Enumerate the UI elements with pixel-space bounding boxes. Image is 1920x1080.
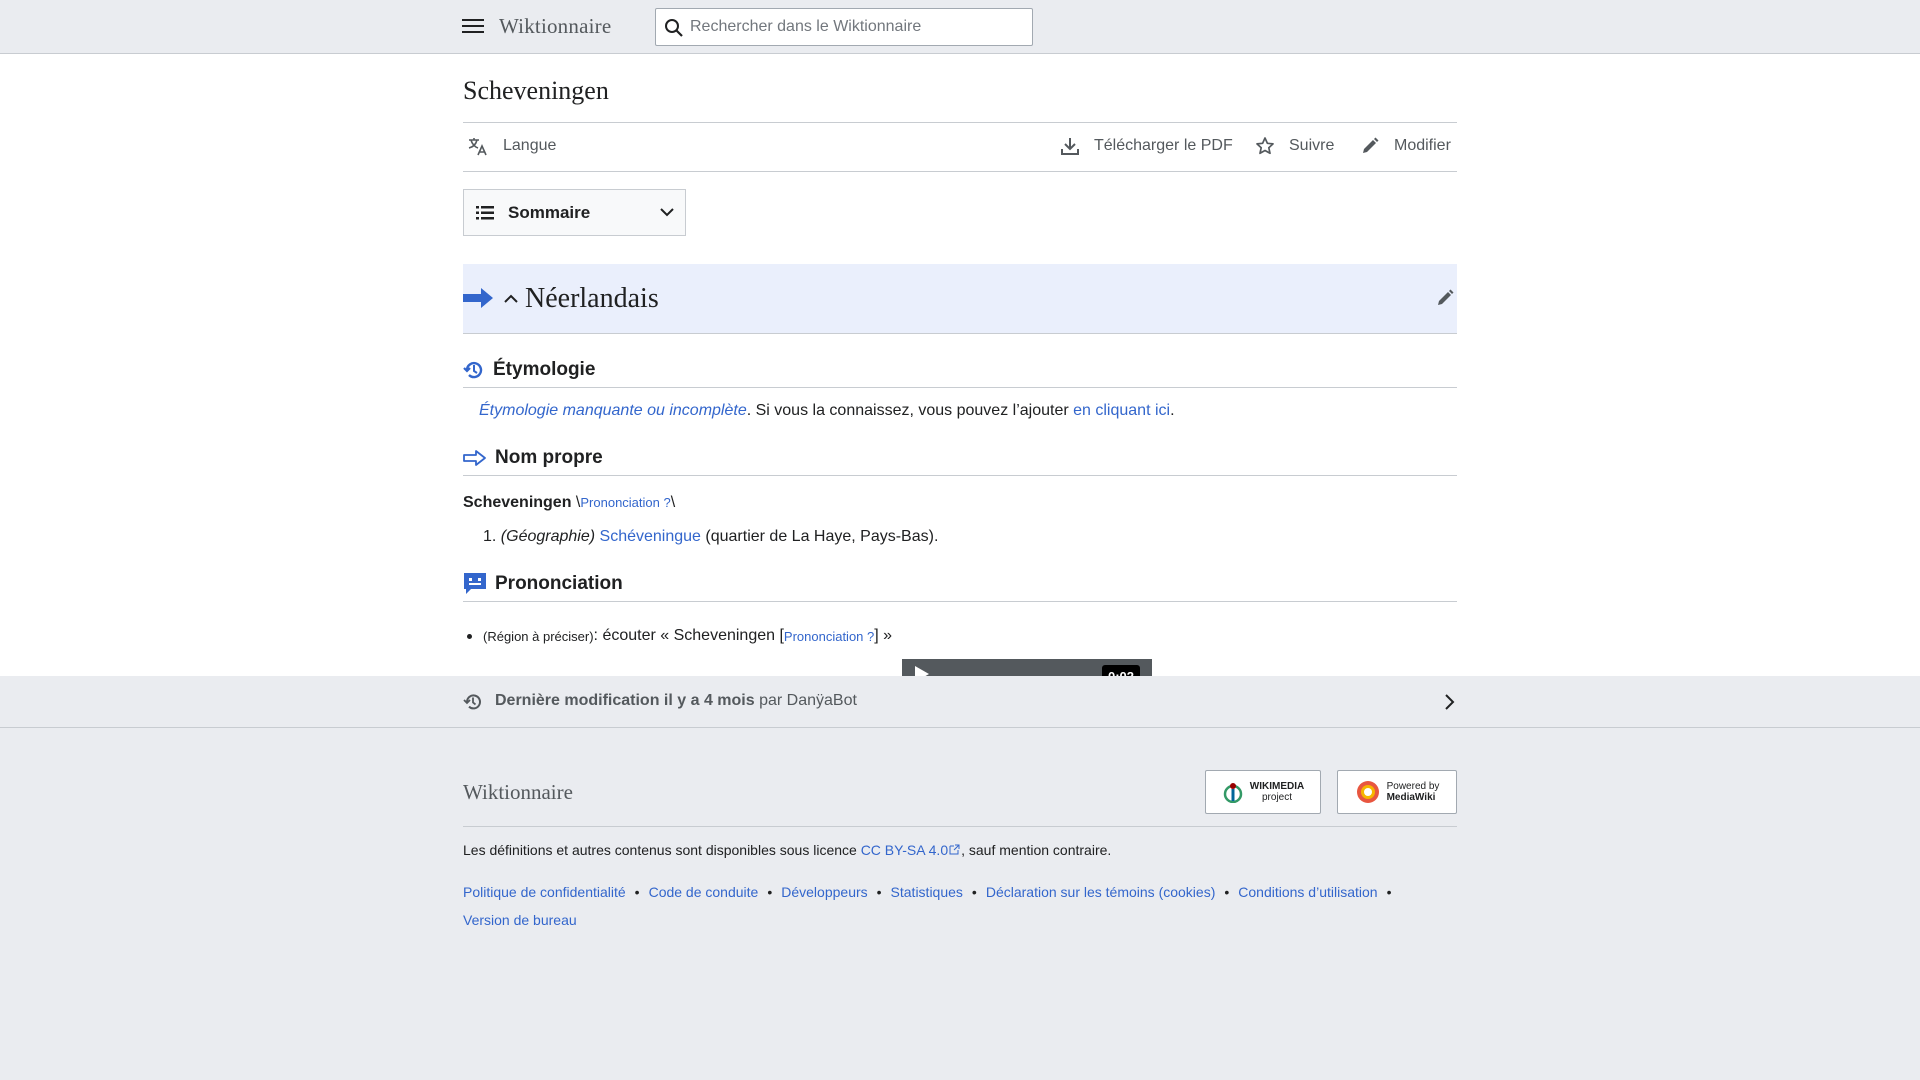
last-modified-by: par (754, 692, 787, 709)
watch-label: Suivre (1289, 137, 1335, 154)
pencil-icon (1363, 137, 1379, 153)
wikimedia-badge[interactable]: WIKIMEDIA project (1205, 770, 1321, 814)
mediawiki-badge[interactable]: Powered by MediaWiki (1337, 770, 1457, 814)
license-link[interactable]: CC BY-SA 4.0 (861, 842, 948, 858)
toc-label: Sommaire (508, 202, 591, 222)
footer-divider (463, 826, 1457, 827)
wikimedia-badge-line2: project (1261, 792, 1292, 803)
pronunciation-link[interactable]: Prononciation ? (580, 495, 670, 510)
etymology-missing-link[interactable]: Étymologie manquante ou incomplète (479, 402, 747, 419)
license-suffix: , sauf mention contraire. (961, 842, 1112, 858)
chevron-up-icon[interactable] (503, 291, 519, 307)
chevron-down-icon (660, 208, 674, 217)
watch-button[interactable]: Suivre (1255, 136, 1334, 156)
separator: • (1224, 884, 1230, 900)
etymology-middle: . Si vous la connaissez, vous pouvez l’a… (746, 402, 1074, 419)
wikimedia-badge-line1: WIKIMEDIA (1249, 781, 1305, 792)
site-logo[interactable]: Wiktionnaire (499, 14, 611, 39)
bullet (467, 633, 472, 639)
last-modified-text: Dernière modification il y a 4 mois par … (495, 692, 857, 710)
last-modified-user: DanÿaBot (786, 692, 857, 709)
region-label: (Région à préciser) (483, 628, 594, 644)
wikimedia-logo-icon (1223, 783, 1243, 803)
speech-bubble-icon (464, 572, 486, 594)
footer-link-cookies[interactable]: Déclaration sur les témoins (cookies) (986, 884, 1216, 900)
headword: Scheveningen (463, 494, 572, 511)
definition-rest: (quartier de La Haye, Pays-Bas). (700, 528, 939, 545)
search-input[interactable] (690, 9, 1020, 45)
proper-noun-heading: Nom propre (463, 440, 1457, 476)
etymology-end: . (1170, 402, 1175, 419)
language-title: Néerlandais (525, 283, 659, 314)
main-content: Scheveningen Langue Télécharger le PDF S… (0, 54, 1920, 689)
footer-link-privacy[interactable]: Politique de confidentialité (463, 884, 626, 900)
footer-links: Politique de confidentialité • Code de con… (463, 878, 1423, 934)
download-pdf-label: Télécharger le PDF (1094, 137, 1233, 154)
definition-number: 1. (483, 528, 497, 545)
license-text: Les définitions et autres contenus sont … (463, 842, 1111, 858)
footer-link-developers[interactable]: Développeurs (781, 884, 867, 900)
site-footer: Wiktionnaire WIKIMEDIA project Powered b… (0, 728, 1920, 1080)
language-label: Langue (503, 137, 557, 154)
footer-logo[interactable]: Wiktionnaire (463, 780, 573, 805)
mediawiki-logo-icon (1356, 781, 1379, 803)
site-header: Wiktionnaire (0, 0, 1920, 54)
separator: • (971, 884, 977, 900)
external-link-icon (949, 844, 960, 855)
pronunciation-title: Prononciation (495, 572, 623, 594)
language-button[interactable]: Langue (467, 136, 556, 156)
history-icon (463, 694, 481, 710)
separator: • (634, 884, 640, 900)
list-icon (476, 205, 494, 219)
edit-button[interactable]: Modifier (1360, 136, 1451, 156)
page-actions-bar: Langue Télécharger le PDF Suivre Modifie… (463, 122, 1457, 172)
page-title: Scheveningen (463, 76, 609, 105)
listen-text: : écouter « Scheveningen [ (593, 627, 784, 644)
arrow-outline-icon (463, 449, 486, 466)
pronunciation-heading: Prononciation (463, 566, 1457, 602)
pronunciation-audio-link[interactable]: Prononciation ? (784, 629, 874, 644)
definition-domain: (Géographie) (500, 528, 596, 545)
star-icon (1256, 137, 1274, 155)
footer-link-terms[interactable]: Conditions d’utilisation (1238, 884, 1377, 900)
edit-label: Modifier (1394, 137, 1451, 154)
last-modified-bar[interactable]: Dernière modification il y a 4 mois par … (0, 676, 1920, 728)
download-pdf-button[interactable]: Télécharger le PDF (1060, 136, 1233, 156)
etymology-title: Étymologie (493, 358, 596, 380)
definition-link[interactable]: Schéveningue (600, 528, 701, 545)
footer-link-desktop[interactable]: Version de bureau (463, 912, 577, 928)
table-of-contents-button[interactable]: Sommaire (463, 189, 686, 236)
mediawiki-badge-line1: Powered by (1386, 781, 1440, 792)
license-prefix: Les définitions et autres contenus sont … (463, 842, 861, 858)
translate-icon (468, 138, 487, 156)
separator: • (876, 884, 882, 900)
search-icon (665, 19, 683, 37)
etymology-text: Étymologie manquante ou incomplète. Si v… (479, 402, 1175, 420)
chevron-right-icon (1445, 694, 1455, 710)
footer-link-conduct[interactable]: Code de conduite (649, 884, 759, 900)
listen-close: ] » (874, 627, 893, 644)
headword-line: Scheveningen \Prononciation ?\ (463, 494, 675, 512)
arrow-right-icon (463, 288, 493, 308)
language-section-header: Néerlandais (463, 264, 1457, 334)
main-menu-icon[interactable] (459, 15, 487, 39)
history-icon (463, 361, 483, 378)
proper-noun-title: Nom propre (495, 446, 603, 468)
etymology-heading: Étymologie (463, 352, 1457, 388)
last-modified-date: Dernière modification il y a 4 mois (495, 692, 755, 709)
download-icon (1061, 138, 1079, 155)
definition-item: 1. (Géographie) Schéveningue (quartier d… (483, 528, 938, 546)
separator: • (767, 884, 773, 900)
pron-close: \ (670, 494, 676, 511)
etymology-add-link[interactable]: en cliquant ici (1073, 402, 1170, 419)
separator: • (1386, 884, 1392, 900)
footer-link-stats[interactable]: Statistiques (891, 884, 963, 900)
pencil-icon[interactable] (1435, 288, 1455, 308)
pronunciation-item: (Région à préciser) : écouter « Scheveni… (467, 627, 892, 645)
mediawiki-badge-line2: MediaWiki (1386, 792, 1436, 803)
search-box[interactable] (655, 8, 1033, 46)
